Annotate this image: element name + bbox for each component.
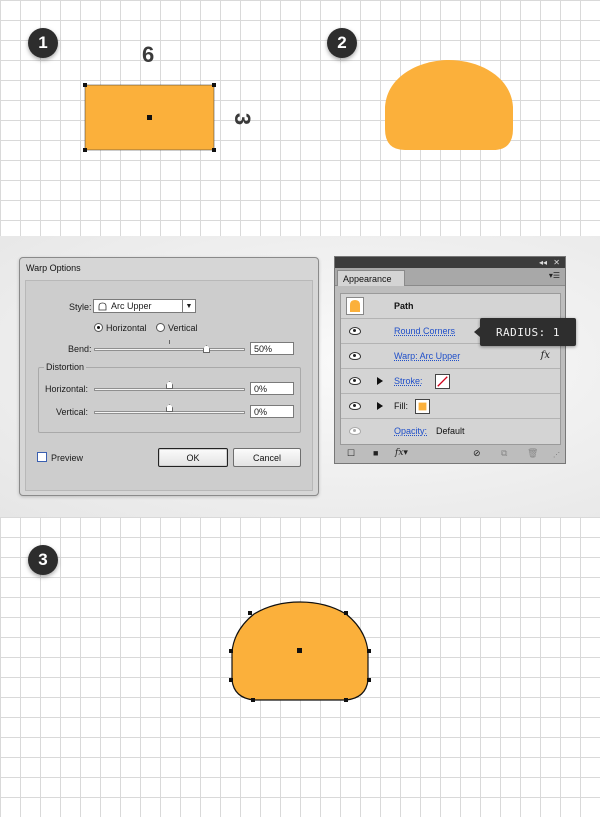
eye-icon: [349, 427, 361, 435]
panel-menu-icon[interactable]: ▾☰: [549, 271, 560, 280]
style-select[interactable]: Arc Upper ▼: [93, 299, 196, 313]
fill-swatch-icon[interactable]: [415, 399, 430, 414]
step-badge-3: 3: [28, 545, 58, 575]
step-badge-2: 2: [327, 28, 357, 58]
warp-row[interactable]: Warp: Arc Upper fx: [341, 344, 560, 369]
dist-horizontal-input[interactable]: 0%: [250, 382, 294, 395]
expand-triangle-icon[interactable]: [377, 377, 383, 385]
bend-slider-track[interactable]: [94, 348, 245, 351]
fx-menu-icon[interactable]: fx▾: [395, 448, 408, 458]
opacity-link[interactable]: Opacity:: [394, 426, 427, 436]
eye-icon[interactable]: [349, 352, 361, 360]
distortion-group: [38, 367, 301, 433]
cancel-button[interactable]: Cancel: [233, 448, 301, 467]
dist-vertical-label: Vertical:: [56, 407, 89, 417]
bend-slider-center-tick: [169, 340, 170, 344]
step-badge-1: 1: [28, 28, 58, 58]
duplicate-item-icon[interactable]: ⧉: [501, 448, 507, 459]
final-warped-shape[interactable]: [226, 600, 374, 706]
horizontal-radio[interactable]: [94, 323, 103, 332]
chevron-down-icon: ▼: [182, 300, 195, 312]
warp-link[interactable]: Warp: Arc Upper: [394, 351, 460, 361]
preview-label: Preview: [51, 453, 84, 463]
bend-slider-thumb[interactable]: [203, 345, 210, 353]
dist-vertical-input[interactable]: 0%: [250, 405, 294, 418]
close-icon[interactable]: ✕: [553, 257, 560, 268]
rectangle-shape[interactable]: [80, 80, 220, 156]
eye-icon[interactable]: [349, 402, 361, 410]
eye-icon[interactable]: [349, 377, 361, 385]
appearance-panel: ◂◂ ✕ Appearance ▾☰ Path Round Corners Wa…: [334, 256, 566, 464]
dialog-title: Warp Options: [26, 263, 81, 273]
vertical-radio-label: Vertical: [168, 323, 198, 333]
expand-triangle-icon[interactable]: [377, 402, 383, 410]
grid-panel-bottom: 3: [0, 517, 600, 817]
vertical-radio[interactable]: [156, 323, 165, 332]
fx-icon[interactable]: fx: [541, 350, 550, 361]
radius-tooltip: RADIUS: 1: [474, 318, 576, 346]
appearance-list: Path Round Corners Warp: Arc Upper fx St…: [340, 293, 561, 445]
resize-grip-icon[interactable]: ⋰: [553, 451, 560, 459]
path-label: Path: [394, 301, 414, 311]
opacity-row[interactable]: Opacity: Default: [341, 419, 560, 444]
distortion-label: Distortion: [44, 362, 87, 372]
add-stroke-icon[interactable]: ☐: [347, 448, 355, 459]
dialog-content: Style: Arc Upper ▼ Horizontal Vertical B…: [25, 280, 313, 491]
fill-row[interactable]: Fill:: [341, 394, 560, 419]
dist-horizontal-label: Horizontal:: [45, 384, 89, 394]
clear-appearance-icon[interactable]: ⊘: [473, 448, 481, 459]
collapse-icon[interactable]: ◂◂: [539, 257, 547, 268]
opacity-value: Default: [436, 426, 465, 436]
width-dimension-label: 6: [142, 42, 155, 67]
path-row[interactable]: Path: [341, 294, 560, 319]
arc-upper-icon: [98, 302, 107, 310]
appearance-footer: ☐ ■ fx▾ ⊘ ⧉ 🗑 ⋰: [335, 445, 565, 463]
horizontal-radio-label: Horizontal: [106, 323, 147, 333]
stroke-none-swatch-icon[interactable]: [435, 374, 450, 389]
add-fill-icon[interactable]: ■: [373, 448, 378, 458]
panel-tabbar: Appearance ▾☰: [335, 268, 565, 286]
round-corners-link[interactable]: Round Corners: [394, 326, 455, 336]
fill-label: Fill:: [394, 401, 408, 411]
tab-appearance[interactable]: Appearance: [337, 270, 405, 286]
path-thumbnail-icon: [346, 297, 364, 315]
style-value: Arc Upper: [111, 301, 152, 311]
stroke-row[interactable]: Stroke:: [341, 369, 560, 394]
style-label: Style:: [69, 302, 92, 312]
bend-input[interactable]: 50%: [250, 342, 294, 355]
preview-checkbox[interactable]: [37, 452, 47, 462]
ok-button[interactable]: OK: [158, 448, 228, 467]
stroke-link[interactable]: Stroke:: [394, 376, 423, 386]
height-dimension-label: 3: [230, 112, 256, 126]
panel-title-strip: ◂◂ ✕: [335, 257, 565, 268]
grid-panel-top: 1 6 3 2: [0, 0, 600, 236]
warped-shape-preview: [385, 60, 513, 150]
trash-icon[interactable]: 🗑: [527, 448, 538, 459]
eye-icon[interactable]: [349, 327, 361, 335]
warp-options-dialog: Warp Options Style: Arc Upper ▼ Horizont…: [19, 257, 319, 496]
bend-label: Bend:: [68, 344, 92, 354]
